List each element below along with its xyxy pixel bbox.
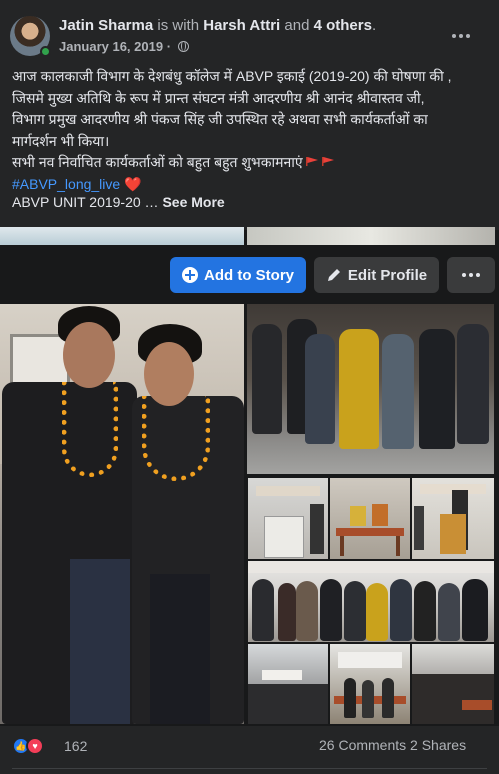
photo-audience-left[interactable] [248,644,328,724]
tagged-others[interactable]: 4 others [314,17,372,34]
globe-icon [177,41,189,52]
post-header: Jatin Sharma is with Harsh Attri and 4 o… [59,17,376,34]
body-line-wishes: सभी नव निर्वाचित कार्यकर्ताओं को बहुत बह… [12,152,492,174]
strip-photo[interactable] [247,227,495,245]
love-reaction-icon: ♥ [26,737,44,755]
photo-table-portraits[interactable] [330,478,410,559]
unit-text: ABVP UNIT 2019-20 … [12,194,159,210]
photo-two-students-garlands[interactable] [0,304,244,724]
post-body: आज कालकाजी विभाग के देशबंधु कॉलेज में AB… [12,66,492,195]
flag-icon [305,157,319,166]
reaction-count: 162 [64,738,88,754]
strip-photo[interactable] [0,227,244,245]
photo-grid [0,304,499,726]
meta-separator: · [166,39,172,54]
author-name[interactable]: Jatin Sharma [59,17,153,34]
photo-audience-right[interactable] [412,644,494,724]
post-card: Jatin Sharma is with Harsh Attri and 4 o… [0,0,499,230]
add-to-story-label: Add to Story [204,266,294,284]
reactions-summary[interactable]: 👍 ♥ 162 [12,737,87,755]
body-line: आज कालकाजी विभाग के देशबंधु कॉलेज में AB… [12,68,452,84]
photo-group-standing[interactable] [247,304,494,474]
see-more-link[interactable]: See More [162,194,224,210]
photo-group-hall[interactable] [248,561,494,642]
body-line: मार्गदर्शन भी किया। [12,132,110,149]
and-text: and [284,17,310,34]
edit-profile-button[interactable]: Edit Profile [314,257,439,293]
edit-profile-label: Edit Profile [347,266,428,284]
body-line: विभाग प्रमुख आदरणीय श्री पंकज सिंह जी उप… [12,111,428,127]
hashtag-line: #ABVP_long_live ❤️ [12,174,492,196]
unit-line: ABVP UNIT 2019-20 … See More [12,194,225,210]
more-horizontal-icon [452,34,456,38]
plus-circle-icon [182,267,198,283]
tagged-person[interactable]: Harsh Attri [203,17,280,34]
post-options-button[interactable] [443,22,479,50]
shares-count-link[interactable]: 2 Shares [410,737,466,753]
previous-photo-strip [0,227,499,245]
add-to-story-button[interactable]: Add to Story [170,257,306,293]
post-date[interactable]: January 16, 2019 [59,39,163,54]
photo-audience-center[interactable] [330,644,410,724]
hashtag-link[interactable]: #ABVP_long_live [12,176,120,192]
footer-divider [12,768,487,769]
heart-emoji: ❤️ [124,175,142,192]
flag-icon [321,157,335,166]
post-meta: January 16, 2019 · [59,39,189,54]
more-horizontal-icon [462,273,466,277]
photo-podium-speaker[interactable] [248,478,328,559]
engagement-counts: 26 Comments 2 Shares [319,737,466,753]
profile-more-button[interactable] [447,257,495,293]
body-line: सभी नव निर्वाचित कार्यकर्ताओं को बहुत बह… [12,154,303,170]
body-line: जिसमे मुख्य अतिथि के रूप में प्रान्त संघ… [12,89,425,106]
header-period: . [371,17,377,34]
online-status-dot [40,46,51,57]
pencil-icon [327,269,340,281]
with-text: is with [157,17,200,34]
comments-count-link[interactable]: 26 Comments [319,737,406,753]
photo-speaker-lectern[interactable] [412,478,494,559]
